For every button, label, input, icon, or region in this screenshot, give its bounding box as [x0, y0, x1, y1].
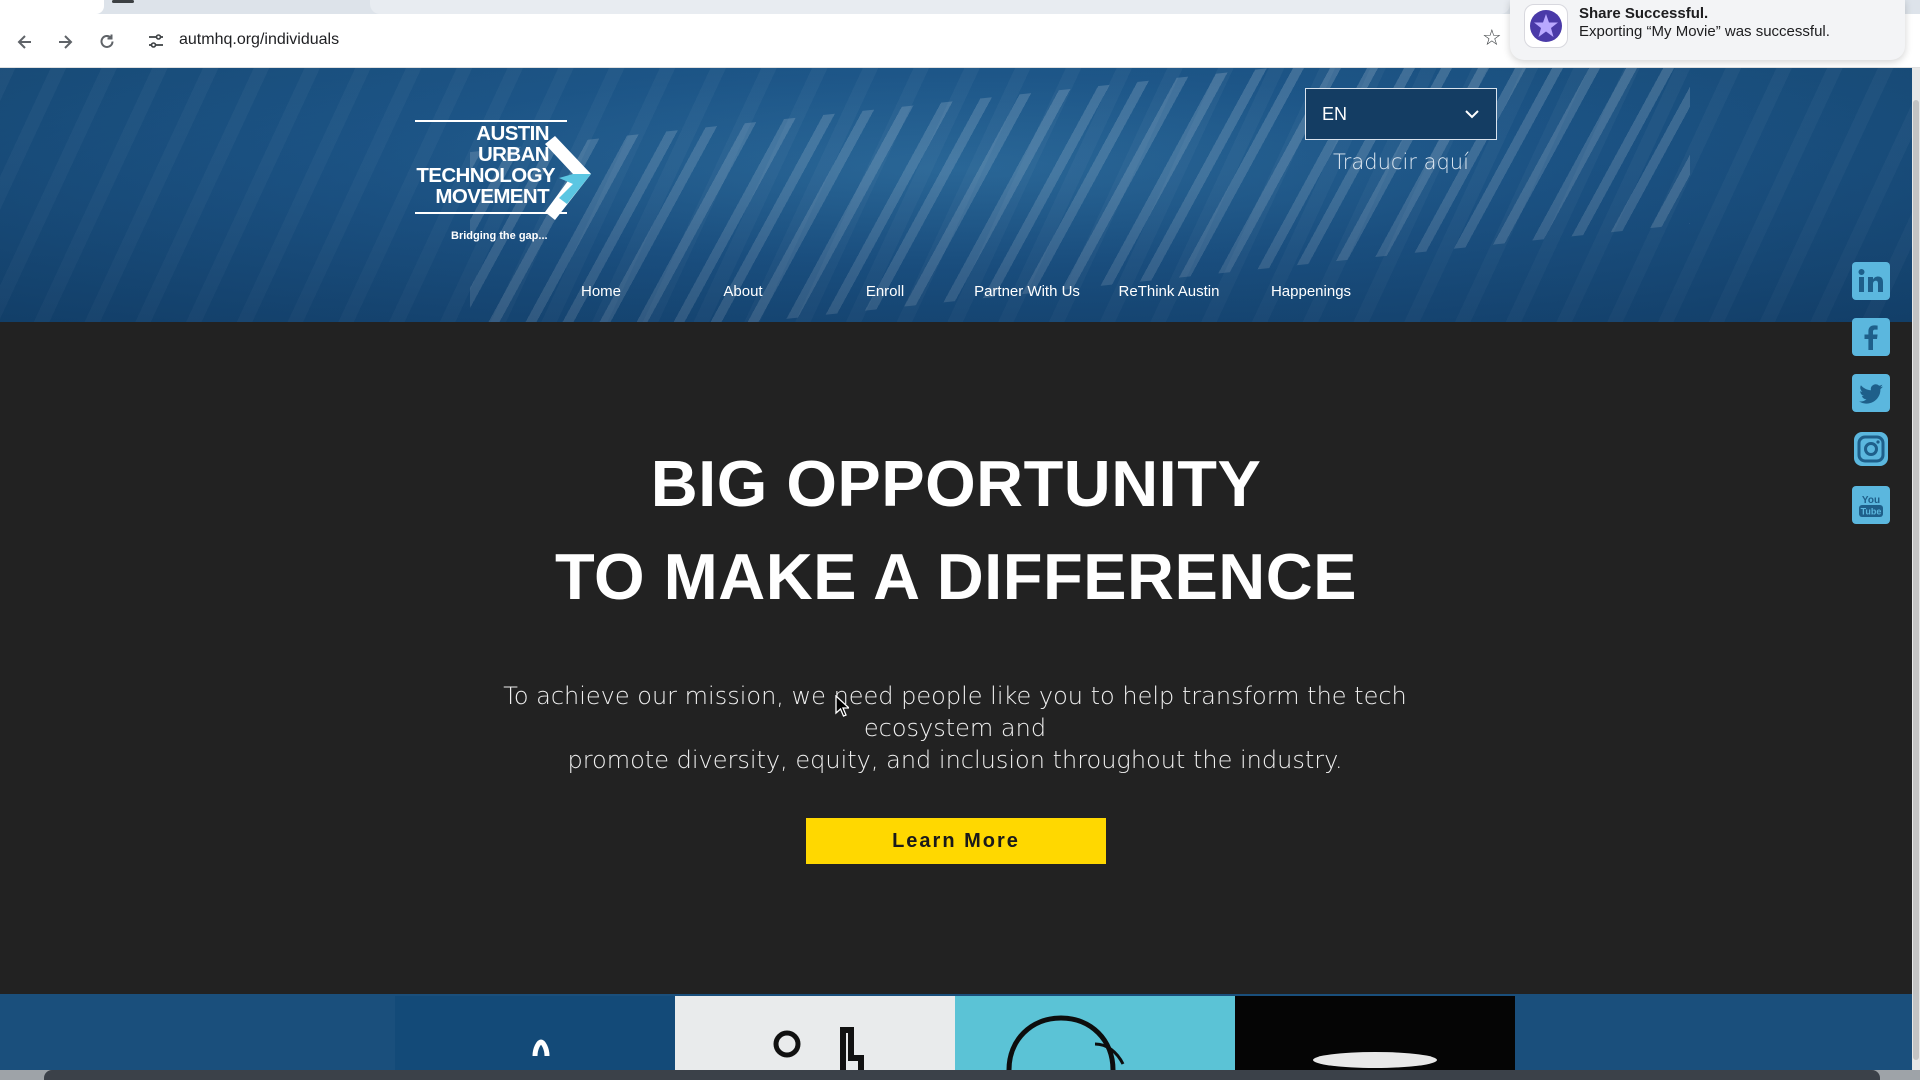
- svg-text:You: You: [1862, 495, 1880, 506]
- screen: autmhq.org/individuals ☆ Share Successfu…: [0, 0, 1920, 1080]
- facebook-icon[interactable]: [1852, 318, 1890, 356]
- logo-line-4: MOVEMENT: [435, 185, 549, 208]
- youtube-icon[interactable]: You Tube: [1852, 486, 1890, 524]
- svg-text:Tube: Tube: [1861, 507, 1882, 517]
- site-logo[interactable]: AUSTIN URBAN TECHNOLOGY MOVEMENT Bridgin…: [405, 120, 605, 245]
- forward-button[interactable]: [50, 27, 80, 57]
- reload-button[interactable]: [92, 27, 122, 57]
- site-header: AUSTIN URBAN TECHNOLOGY MOVEMENT Bridgin…: [0, 68, 1912, 322]
- tile-3[interactable]: [955, 996, 1235, 1070]
- arrow-right-icon: [59, 35, 73, 49]
- arrow-left-icon: [17, 35, 31, 49]
- imovie-star-icon: [1524, 4, 1568, 48]
- nav-rethink-austin[interactable]: ReThink Austin: [1098, 283, 1240, 300]
- mouse-cursor-icon: [835, 695, 849, 717]
- tab-indicator: [112, 0, 134, 3]
- logo-chevron-icon: [545, 136, 591, 220]
- instagram-icon[interactable]: [1852, 430, 1890, 468]
- back-button[interactable]: [10, 27, 40, 57]
- nav-home[interactable]: Home: [530, 283, 672, 300]
- hero-subtitle-line-1: To achieve our mission, we need people l…: [503, 682, 1407, 742]
- twitter-icon[interactable]: [1852, 374, 1890, 412]
- tile-4[interactable]: [1235, 996, 1515, 1070]
- hero-subtitle-line-2: promote diversity, equity, and inclusion…: [567, 746, 1343, 774]
- tile-2[interactable]: [675, 996, 955, 1070]
- language-selected: EN: [1322, 103, 1348, 124]
- nav-enroll[interactable]: Enroll: [814, 283, 956, 300]
- nav-partner-with-us[interactable]: Partner With Us: [956, 283, 1098, 300]
- linkedin-icon[interactable]: [1852, 262, 1890, 300]
- nav-happenings[interactable]: Happenings: [1240, 283, 1382, 300]
- learn-more-button[interactable]: Learn More: [806, 818, 1106, 864]
- notification-title: Share Successful.: [1579, 5, 1709, 22]
- active-tab[interactable]: [0, 0, 104, 14]
- chevron-down-icon: [1465, 110, 1479, 119]
- hero-title-line-1: BIG OPPORTUNITY: [650, 447, 1262, 520]
- translate-link[interactable]: Traducir aquí: [1305, 150, 1497, 174]
- hero-title-line-2: TO MAKE A DIFFERENCE: [554, 540, 1358, 613]
- tune-icon: [149, 34, 163, 48]
- reload-icon: [100, 34, 114, 48]
- notification-body: Exporting “My Movie” was successful.: [1579, 23, 1830, 40]
- scrollbar-thumb[interactable]: [1913, 100, 1919, 1060]
- site-info-button[interactable]: [142, 27, 170, 55]
- bookmark-star-icon[interactable]: ☆: [1482, 25, 1502, 51]
- dock[interactable]: [44, 1070, 1880, 1080]
- logo-tagline: Bridging the gap...: [451, 230, 548, 242]
- logo-line-3: TECHNOLOGY: [416, 164, 555, 187]
- logo-line-1: AUSTIN: [476, 122, 549, 145]
- web-page: AUSTIN URBAN TECHNOLOGY MOVEMENT Bridgin…: [0, 68, 1912, 1070]
- hero-subtitle: To achieve our mission, we need people l…: [440, 680, 1470, 776]
- share-notification[interactable]: Share Successful. Exporting “My Movie” w…: [1510, 0, 1905, 60]
- language-select[interactable]: EN: [1305, 88, 1497, 140]
- tile-1[interactable]: [395, 996, 675, 1070]
- address-bar[interactable]: autmhq.org/individuals: [179, 31, 339, 49]
- logo-line-2: URBAN: [477, 143, 550, 166]
- nav-about[interactable]: About: [672, 283, 814, 300]
- image-strip: [0, 994, 1912, 1070]
- inactive-tab-area[interactable]: [370, 0, 1510, 14]
